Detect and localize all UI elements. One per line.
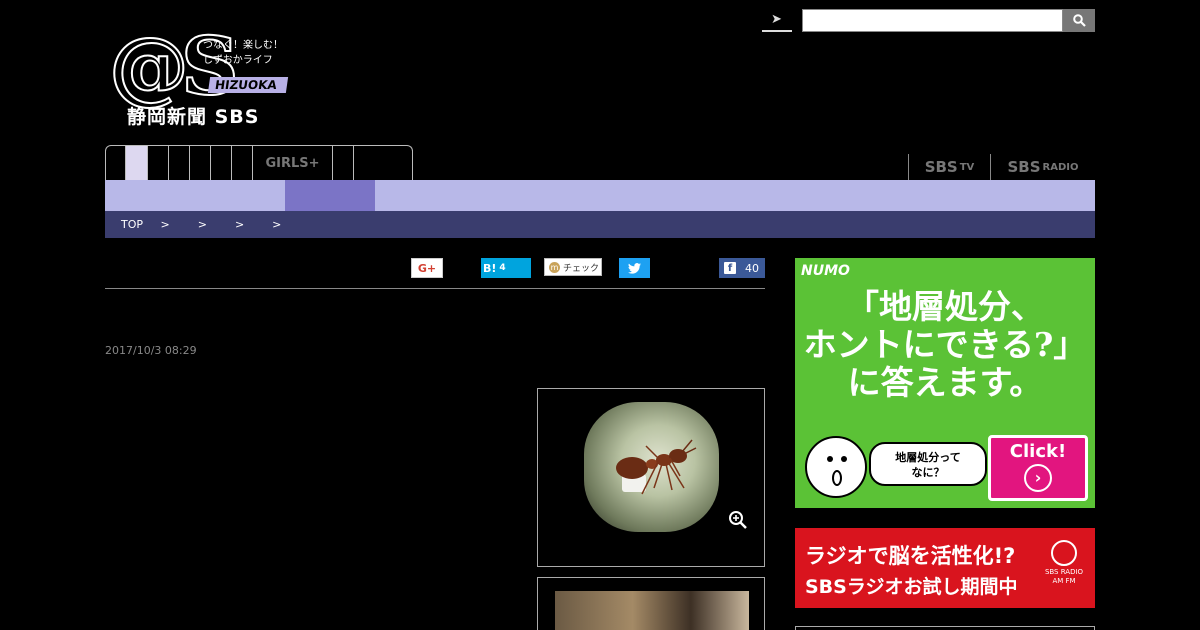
breadcrumb-top[interactable]: TOP >	[121, 218, 184, 231]
nav-sbs-links: SBS TV SBS RADIO	[908, 154, 1095, 180]
nav-tab-7[interactable]	[232, 146, 253, 180]
google-plus-label: G+	[417, 261, 437, 275]
radio-logo-line1: SBS RADIO	[1044, 568, 1084, 576]
nav-tab-9[interactable]	[333, 146, 354, 180]
facebook-icon: f	[724, 262, 736, 274]
mascot-eye-left	[827, 456, 833, 462]
facebook-share-button[interactable]: f 40	[719, 258, 765, 278]
numo-headline-3: に答えます。	[847, 363, 1043, 402]
mascot-mouth	[832, 470, 842, 486]
breadcrumb-sep: >	[160, 218, 170, 231]
sbs-radio-ad-banner[interactable]: ラジオで脳を活性化!? SBSラジオお試し期間中 SBS RADIO AM FM	[795, 528, 1095, 608]
nav-tab-5[interactable]	[190, 146, 211, 180]
chevron-right-icon: ›	[1024, 464, 1052, 492]
nav-tab-2[interactable]	[126, 146, 148, 180]
sbs-radio-logo: SBS RADIO AM FM	[1039, 540, 1089, 586]
radio-ad-line2: SBSラジオお試し期間中	[805, 576, 1018, 598]
numo-mascot	[805, 436, 867, 498]
headphones-icon	[1051, 540, 1077, 566]
mascot-eye-right	[841, 456, 847, 462]
search-icon	[1072, 14, 1086, 27]
breadcrumb-item-3[interactable]: >	[272, 218, 281, 231]
article-photo-ant[interactable]	[537, 388, 765, 567]
breadcrumb-item-2[interactable]: >	[235, 218, 244, 231]
nav-tab-10[interactable]	[354, 146, 390, 180]
twitter-icon	[628, 262, 641, 274]
site-logo[interactable]: @S つなぐ！楽しむ！ しずおかライフ HIZUOKA 静岡新聞 SBS	[105, 14, 295, 129]
click-label: Click!	[1009, 441, 1067, 462]
radio-ad-line1: ラジオで脳を活性化!?	[805, 544, 1016, 568]
main-nav: GIRLS+	[105, 145, 413, 180]
nav-tab-3[interactable]	[148, 146, 169, 180]
mixi-label: チェック	[563, 263, 600, 274]
breadcrumb-item-1[interactable]: >	[198, 218, 207, 231]
sbs-radio-link[interactable]: SBS RADIO	[990, 154, 1095, 180]
nav-tab-6[interactable]	[211, 146, 232, 180]
hatena-bookmark-button[interactable]: B! 4	[481, 258, 531, 278]
nav-tab-girls[interactable]: GIRLS+	[253, 146, 333, 180]
sbs-tv-main: SBS	[924, 158, 958, 176]
article-date: 2017/10/3 08:29	[105, 344, 197, 357]
google-plus-button[interactable]: G+	[411, 258, 443, 278]
bubble-line-1: 地層処分って	[895, 451, 961, 464]
nav-tab-1[interactable]	[106, 146, 126, 180]
hatena-label: B!	[483, 261, 497, 275]
sbs-radio-main: SBS	[1007, 158, 1041, 176]
numo-headline-2: ホントにできる?」	[803, 325, 1087, 364]
sidebar-box	[795, 626, 1095, 630]
ant-illustration	[616, 439, 697, 495]
article-photo-person[interactable]	[537, 577, 765, 630]
zoom-in-icon[interactable]	[728, 510, 748, 530]
numo-headline-1: 「地層処分、	[846, 287, 1044, 326]
ant-image	[584, 402, 719, 532]
sbs-tv-link[interactable]: SBS TV	[908, 154, 990, 180]
breadcrumb: TOP > > > >	[105, 211, 1095, 238]
logo-shizuoka: HIZUOKA	[207, 77, 288, 93]
numo-logo: NUMO	[801, 263, 850, 279]
bubble-line-2: なに？	[911, 466, 945, 479]
nav-tab-4[interactable]	[169, 146, 190, 180]
breadcrumb-top-label: TOP	[121, 218, 144, 231]
sub-nav-active-item[interactable]	[285, 180, 375, 211]
numo-click-button[interactable]: Click! ›	[988, 435, 1088, 501]
radio-logo-line2: AM FM	[1052, 577, 1076, 585]
logo-tagline: つなぐ！楽しむ！ しずおかライフ	[203, 38, 283, 68]
tagline-line2: しずおかライフ	[203, 55, 273, 66]
hatena-count: 4	[499, 263, 506, 273]
login-button[interactable]: ➤	[762, 10, 792, 32]
arrow-right-icon: ➤	[771, 12, 782, 27]
numo-ad-banner[interactable]: NUMO 「地層処分、 ホントにできる?」 に答えます。 地層処分って なに？ …	[795, 258, 1095, 508]
person-image	[555, 591, 749, 630]
search-button[interactable]	[1063, 9, 1095, 32]
tagline-line1: つなぐ！楽しむ！	[203, 40, 283, 51]
facebook-count: 40	[745, 261, 759, 275]
mixi-icon: m	[549, 261, 560, 273]
sbs-tv-sub: TV	[959, 161, 975, 173]
sbs-radio-sub: RADIO	[1042, 161, 1079, 173]
mixi-check-button[interactable]: m チェック	[544, 258, 602, 276]
logo-newspaper: 静岡新聞 SBS	[127, 106, 260, 128]
sub-nav	[105, 180, 1095, 211]
numo-speech-bubble: 地層処分って なに？	[869, 442, 987, 486]
tweet-button[interactable]	[619, 258, 650, 278]
divider	[105, 288, 765, 289]
numo-headline: 「地層処分、 ホントにできる?」 に答えます。	[795, 288, 1095, 402]
search-input[interactable]	[802, 9, 1063, 32]
